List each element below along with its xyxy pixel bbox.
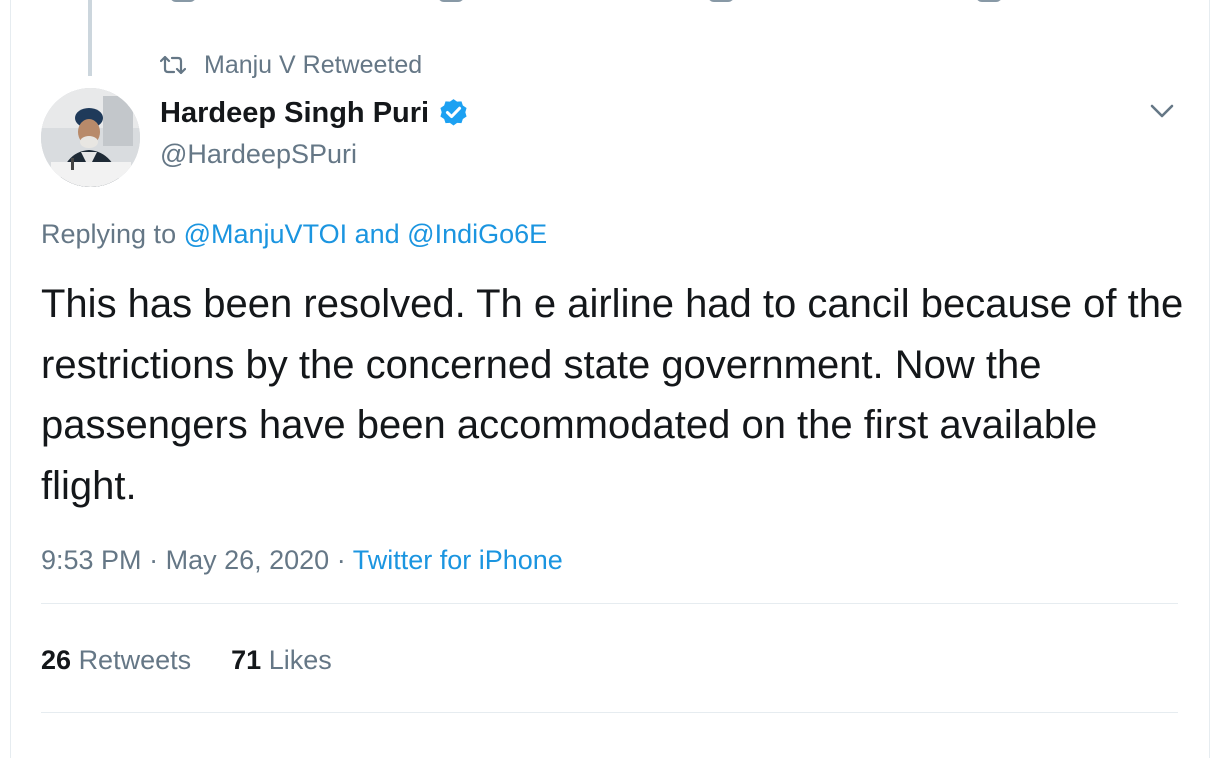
retweets-count: 26 [41,645,72,675]
chevron-down-icon[interactable] [1146,98,1178,126]
meta-separator-2: · [336,545,346,575]
thread-connector-line [88,0,92,76]
tweet-source-link[interactable]: Twitter for iPhone [353,545,563,575]
retweeted-by-label[interactable]: Manju V Retweeted [204,51,422,80]
tweet-text: This has been resolved. Th e airline had… [41,282,1184,508]
author-name-text[interactable]: Hardeep Singh Puri [160,97,429,130]
tweet-stats: 26 Retweets 71 Likes [41,645,372,676]
meta-separator: · [149,545,159,575]
avatar-image [41,88,140,187]
tweet-time[interactable]: 9:53 PM [41,545,142,575]
reply-icon[interactable] [170,0,196,2]
tweet-metadata: 9:53 PM · May 26, 2020 · Twitter for iPh… [41,545,563,576]
divider-bottom [41,712,1178,713]
retweet-context: Manju V Retweeted [160,50,422,80]
likes-count: 71 [231,645,262,675]
likes-label: Likes [268,645,332,675]
author-display-name[interactable]: Hardeep Singh Puri [160,97,470,130]
replying-to-prefix: Replying to [41,219,177,249]
retweets-label: Retweets [78,645,192,675]
replying-to: Replying to @ManjuVTOI and @IndiGo6E [41,219,547,250]
replying-to-conjunction[interactable]: and [355,219,400,249]
mention-link-manjuvtoi[interactable]: @ManjuVTOI [184,219,347,249]
share-icon[interactable] [976,0,1002,2]
mention-link-indigo6e[interactable]: @IndiGo6E [407,219,547,249]
retweet-icon-previous[interactable] [438,0,464,2]
like-icon[interactable] [708,0,734,2]
tweet-date[interactable]: May 26, 2020 [166,545,330,575]
avatar[interactable] [41,88,140,187]
retweets-stat[interactable]: 26 Retweets [41,645,191,676]
likes-stat[interactable]: 71 Likes [231,645,332,676]
author-handle[interactable]: @HardeepSPuri [160,139,357,170]
previous-tweet-action-bar [160,0,1020,6]
retweet-icon [160,55,186,75]
divider [41,603,1178,604]
verified-badge-icon [440,99,467,126]
